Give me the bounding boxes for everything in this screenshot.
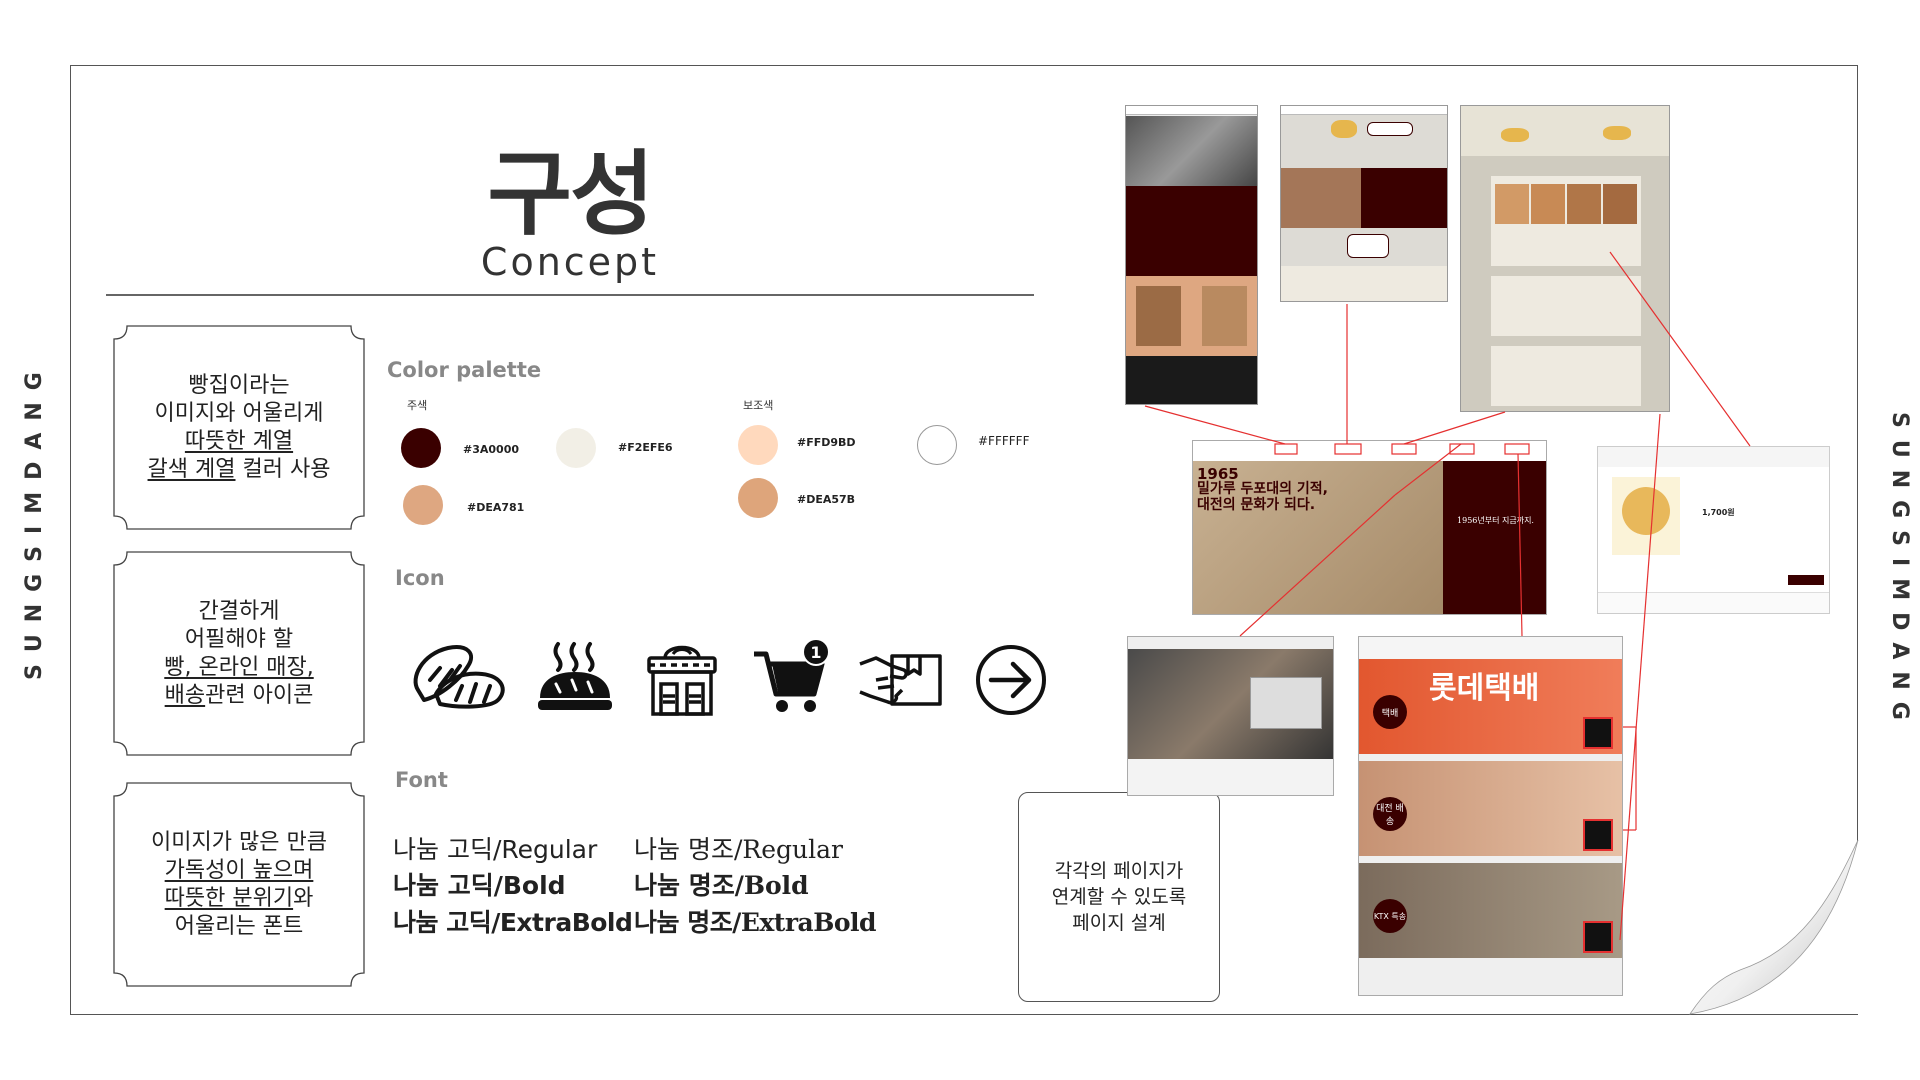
page-curl-decoration [1689,840,1859,1015]
page-flow-connectors [1144,251,1751,941]
